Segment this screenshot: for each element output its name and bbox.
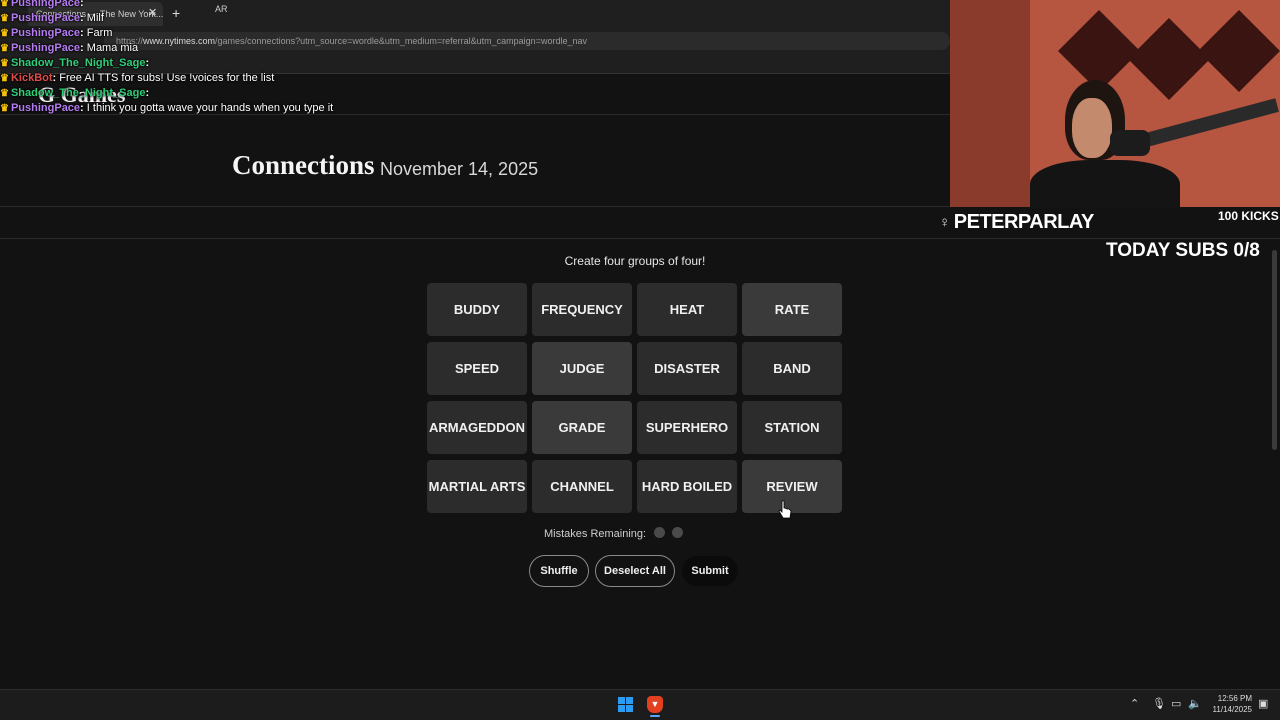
word-tile[interactable]: MARTIAL ARTS <box>427 460 527 513</box>
action-buttons: Shuffle Deselect All Submit <box>529 555 739 587</box>
page-title: Connections <box>232 150 375 180</box>
chat-username[interactable]: KickBot <box>11 72 53 84</box>
clock-time: 12:56 PM <box>1217 694 1252 703</box>
kicks-count: 100 KICKS <box>1218 209 1279 223</box>
webcam-feed <box>950 0 1280 207</box>
streamer-name-label: PETERPARLAY <box>953 211 1095 233</box>
notification-icon[interactable]: ▣ <box>1258 697 1268 710</box>
page-scrollbar[interactable] <box>1272 250 1277 450</box>
start-icon[interactable] <box>618 697 633 712</box>
clock-date: 11/14/2025 <box>1212 705 1252 714</box>
subs-goal: TODAY SUBS 0/8 <box>1106 240 1260 261</box>
word-tile[interactable]: GRADE <box>532 401 632 454</box>
word-tile[interactable]: CHANNEL <box>532 460 632 513</box>
divider <box>0 238 1280 239</box>
chat-text: Milf <box>86 12 104 24</box>
mistake-dots <box>646 527 684 541</box>
mistake-dot <box>654 527 666 538</box>
word-tile[interactable]: JUDGE <box>532 342 632 395</box>
word-tile[interactable]: BAND <box>742 342 842 395</box>
badge-icon: ♛ <box>0 28 9 39</box>
chat-username[interactable]: Shadow_The_Night_Sage <box>11 87 145 99</box>
badge-icon: ♛ <box>0 58 9 69</box>
chat-text: Mama mia <box>86 42 139 54</box>
chat-username[interactable]: PushingPace <box>11 102 80 114</box>
badge-icon: ♛ <box>0 43 9 54</box>
mistakes-label: Mistakes Remaining: <box>544 528 647 540</box>
network-icon[interactable]: ▭ <box>1171 697 1181 710</box>
chat-overlay: ♛ PushingPace: ♛ PushingPace: Milf ♛ Pushing… <box>0 0 340 116</box>
word-tile[interactable]: DISASTER <box>637 342 737 395</box>
chat-message: ♛ Shadow_The_Night_Sage: <box>0 57 150 69</box>
streamer-name: ♀ PETERPARLAY <box>939 211 1094 234</box>
chat-message: ♛ PushingPace: Mama mia <box>0 42 139 54</box>
chat-message: ♛ PushingPace: Milf <box>0 12 104 24</box>
chat-text: Free AI TTS for subs! Use !voices for th… <box>59 72 275 84</box>
puzzle-date: November 14, 2025 <box>380 159 539 179</box>
chat-username[interactable]: Shadow_The_Night_Sage <box>11 57 145 69</box>
mistake-dot <box>672 527 684 538</box>
kick-icon: ♀ <box>939 214 950 231</box>
chat-message: ♛ KickBot: Free AI TTS for subs! Use !voi… <box>0 72 275 84</box>
active-app-indicator <box>650 715 660 717</box>
microphone-icon[interactable]: 🎙 <box>1152 697 1166 710</box>
chat-message: ♛ PushingPace: Farm <box>0 27 113 39</box>
mistakes-remaining: Mistakes Remaining: <box>544 527 684 541</box>
word-grid: BUDDY FREQUENCY HEAT RATE SPEED JUDGE DISASTER… <box>427 283 844 513</box>
word-tile[interactable]: RATE <box>742 283 842 336</box>
word-tile[interactable]: REVIEW <box>742 460 842 513</box>
instructions: Create four groups of four! <box>564 254 706 268</box>
chat-username[interactable]: PushingPace <box>11 42 80 54</box>
badge-icon: ♛ <box>0 88 9 99</box>
shuffle-button[interactable]: Shuffle <box>529 555 589 587</box>
word-tile[interactable]: ARMAGEDDON <box>427 401 527 454</box>
chat-username[interactable]: PushingPace <box>11 0 80 9</box>
chat-text: I think you gotta wave your hands when y… <box>86 102 334 114</box>
system-clock[interactable]: 12:56 PM 11/14/2025 <box>1208 693 1252 715</box>
badge-icon: ♛ <box>0 13 9 24</box>
hand-cursor-icon <box>778 500 792 519</box>
badge-icon: ♛ <box>0 103 9 114</box>
chevron-up-icon[interactable]: ⌃ <box>1130 697 1139 710</box>
word-tile[interactable]: BUDDY <box>427 283 527 336</box>
deselect-all-button[interactable]: Deselect All <box>595 555 675 587</box>
word-tile[interactable]: FREQUENCY <box>532 283 632 336</box>
chat-username[interactable]: PushingPace <box>11 12 80 24</box>
submit-button[interactable]: Submit <box>681 555 739 587</box>
windows-taskbar <box>0 689 1280 720</box>
chat-message: ♛ Shadow_The_Night_Sage: <box>0 87 150 99</box>
word-tile[interactable]: STATION <box>742 401 842 454</box>
chat-username[interactable]: PushingPace <box>11 27 80 39</box>
chat-message: ♛ PushingPace: <box>0 0 340 11</box>
word-tile[interactable]: SUPERHERO <box>637 401 737 454</box>
badge-icon: ♛ <box>0 73 9 84</box>
volume-icon[interactable]: 🔈 <box>1188 697 1202 710</box>
chat-text: Farm <box>86 27 113 39</box>
word-tile[interactable]: HEAT <box>637 283 737 336</box>
word-tile[interactable]: SPEED <box>427 342 527 395</box>
brave-browser-icon[interactable]: ▼ <box>647 696 663 713</box>
badge-icon: ♛ <box>0 0 9 9</box>
word-tile[interactable]: HARD BOILED <box>637 460 737 513</box>
chat-message: ♛ PushingPace: I think you gotta wave you… <box>0 102 334 114</box>
